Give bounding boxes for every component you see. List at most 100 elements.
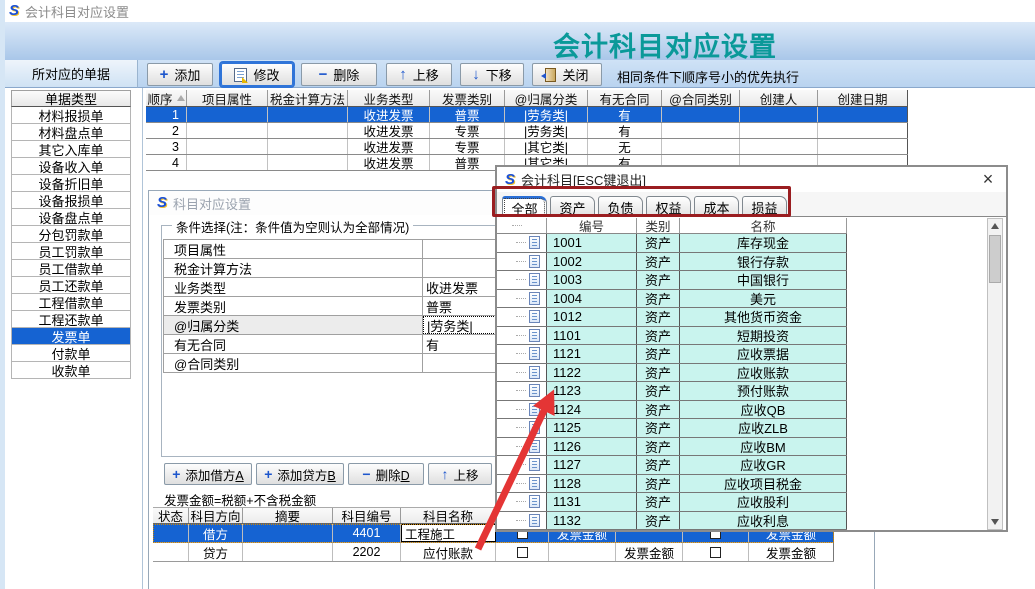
subject-row[interactable]: 1012 资产 其他货币资金 (497, 308, 847, 327)
minus-icon: − (362, 467, 370, 481)
sidebar-item[interactable]: 设备盘点单 (11, 209, 131, 226)
document-icon (529, 403, 540, 416)
rules-table: 顺序 项目属性 税金计算方法 业务类型 发票类别 @归属分类 有无合同 @合同类… (146, 90, 908, 171)
document-icon (529, 310, 540, 323)
app-window: S 会计科目对应设置 会计科目对应设置 所对应的单据 + 添加 修改 − 删除 … (0, 0, 1035, 589)
document-icon (529, 495, 540, 508)
subject-row[interactable]: 1122 资产 应收账款 (497, 364, 847, 383)
condition-row: 发票类别 普票 (164, 297, 538, 316)
sidebar-item[interactable]: 工程借款单 (11, 294, 131, 311)
sidebar-item[interactable]: 员工借款单 (11, 260, 131, 277)
sidebar-item[interactable]: 员工罚款单 (11, 243, 131, 260)
subject-table: 1001 资产 库存现金 1002 资产 银行存款 1003 资产 中国银行 (497, 234, 847, 530)
subject-tabstrip: 全部 资产 负债 权益 成本 损益 (497, 192, 1006, 217)
condition-row: 业务类型 收进发票 (164, 278, 538, 297)
document-icon (529, 255, 540, 268)
sidebar-item[interactable]: 设备收入单 (11, 158, 131, 175)
scroll-up-icon[interactable] (988, 219, 1002, 233)
condition-row: @合同类别 (164, 354, 538, 373)
subject-row[interactable]: 1004 资产 美元 (497, 290, 847, 309)
edit-button[interactable]: 修改 (221, 63, 293, 86)
delete-button[interactable]: − 删除 (301, 63, 377, 86)
sidebar-item[interactable]: 工程还款单 (11, 311, 131, 328)
move-down-button[interactable]: ↓ 下移 (460, 63, 524, 86)
subject-row[interactable]: 1101 资产 短期投资 (497, 327, 847, 346)
document-icon (529, 477, 540, 490)
subject-row[interactable]: 1125 资产 应收ZLB (497, 419, 847, 438)
app-logo-icon: S (157, 196, 167, 210)
subject-dialog-titlebar: S 会计科目[ESC键退出] (497, 167, 1006, 192)
subject-row[interactable]: 1131 资产 应收股利 (497, 493, 847, 512)
close-icon[interactable]: × (978, 169, 998, 189)
close-window-button[interactable]: 关闭 (532, 63, 602, 86)
settings-dialog-title: 科目对应设置 (173, 194, 251, 213)
entry-detail-row[interactable]: 贷方 2202 应付账款 发票金额 发票金额 (153, 543, 834, 562)
subject-row[interactable]: 1001 资产 库存现金 (497, 234, 847, 253)
document-icon (529, 329, 540, 342)
subject-name-edit-field[interactable]: 工程施工 (401, 524, 496, 542)
subject-row[interactable]: 1126 资产 应收BM (497, 438, 847, 457)
scrollbar[interactable] (987, 218, 1003, 530)
subject-row[interactable]: 1128 资产 应收项目税金 (497, 475, 847, 494)
sidebar-item[interactable]: 设备报损单 (11, 192, 131, 209)
exit-door-icon (545, 68, 556, 82)
app-logo-icon: S (505, 173, 515, 187)
subject-row[interactable]: 1003 资产 中国银行 (497, 271, 847, 290)
move-up-row-button[interactable]: ↑ 上移 (428, 463, 492, 485)
document-icon (529, 292, 540, 305)
document-icon (529, 458, 540, 471)
document-type-header: 单据类型 (11, 90, 131, 107)
add-debit-button[interactable]: + 添加借方A (164, 463, 252, 485)
page-title: 会计科目对应设置 (500, 25, 830, 64)
condition-row: 有无合同 有 (164, 335, 538, 354)
tab-assets[interactable]: 资产 (550, 196, 595, 217)
condition-row: 税金计算方法 (164, 259, 538, 278)
subject-row[interactable]: 1132 资产 应收利息 (497, 512, 847, 531)
plus-icon: + (264, 467, 272, 481)
arrow-down-icon: ↓ (472, 67, 480, 82)
sidebar-panel-header: 所对应的单据 (5, 60, 138, 88)
add-credit-button[interactable]: + 添加贷方B (256, 463, 344, 485)
condition-row: @归属分类 |劳务类| (164, 316, 538, 335)
tab-all[interactable]: 全部 (502, 196, 547, 217)
window-titlebar: S 会计科目对应设置 (5, 0, 1035, 22)
sidebar-item[interactable]: 其它入库单 (11, 141, 131, 158)
document-icon (529, 384, 540, 397)
subject-table-header: 编号 类别 名称 (497, 218, 847, 234)
scroll-down-icon[interactable] (988, 515, 1002, 529)
sidebar-item[interactable]: 付款单 (11, 345, 131, 362)
sidebar-item[interactable]: 分包罚款单 (11, 226, 131, 243)
sidebar-item[interactable]: 设备折旧单 (11, 175, 131, 192)
tab-cost[interactable]: 成本 (694, 196, 739, 217)
tab-liabilities[interactable]: 负债 (598, 196, 643, 217)
priority-hint-text: 相同条件下顺序号小的优先执行 (617, 67, 799, 86)
document-type-list: 单据类型 材料报损单 材料盘点单 其它入库单 设备收入单 设备折旧单 设备报损单 (11, 90, 131, 379)
document-icon (529, 236, 540, 249)
subject-row[interactable]: 1121 资产 应收票据 (497, 345, 847, 364)
plus-icon: + (172, 467, 180, 481)
checkbox[interactable] (710, 547, 721, 558)
edit-icon (234, 68, 247, 82)
sidebar-item[interactable]: 员工还款单 (11, 277, 131, 294)
tab-equity[interactable]: 权益 (646, 196, 691, 217)
tab-profit-loss[interactable]: 损益 (742, 196, 787, 217)
checkbox[interactable] (517, 547, 528, 558)
add-button[interactable]: + 添加 (147, 63, 213, 86)
subject-row[interactable]: 1124 资产 应收QB (497, 401, 847, 420)
sidebar-item[interactable]: 材料报损单 (11, 107, 131, 124)
sidebar-item[interactable]: 发票单 (11, 328, 131, 345)
condition-groupbox-label: 条件选择(注：条件值为空则认为全部情况) (172, 217, 413, 236)
sidebar-item[interactable]: 材料盘点单 (11, 124, 131, 141)
delete-row-button[interactable]: − 删除D (348, 463, 424, 485)
arrow-up-icon: ↑ (441, 467, 448, 481)
scrollbar-thumb[interactable] (989, 235, 1001, 283)
app-logo-icon: S (9, 4, 19, 18)
move-up-button[interactable]: ↑ 上移 (386, 63, 452, 86)
document-icon (529, 273, 540, 286)
subject-row[interactable]: 1123 资产 预付账款 (497, 382, 847, 401)
subject-row[interactable]: 1127 资产 应收GR (497, 456, 847, 475)
subject-dialog-title: 会计科目[ESC键退出] (521, 170, 646, 189)
document-icon (529, 366, 540, 379)
sidebar-item[interactable]: 收款单 (11, 362, 131, 379)
subject-row[interactable]: 1002 资产 银行存款 (497, 253, 847, 272)
